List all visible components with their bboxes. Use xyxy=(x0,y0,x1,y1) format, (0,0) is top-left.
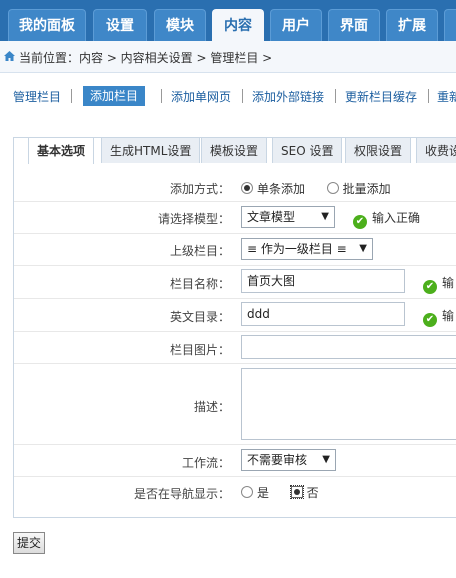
tab-html-settings[interactable]: 生成HTML设置 xyxy=(101,137,201,163)
link-add-external-link[interactable]: 添加外部链接 xyxy=(252,88,324,105)
radio-nav-no-label: 否 xyxy=(306,486,319,500)
english-dir-label: 英文目录： xyxy=(169,310,230,324)
row-model: 请选择模型： 文章模型 ▼ ✔ 输入正确 xyxy=(14,201,456,234)
column-name-input[interactable]: 首页大图 xyxy=(241,269,405,293)
nav-display-label: 是否在导航显示： xyxy=(133,487,230,501)
tab-settings[interactable]: 设置 xyxy=(93,9,147,41)
model-label: 请选择模型： xyxy=(157,212,230,226)
breadcrumb: 当前位置：内容 > 内容相关设置 > 管理栏目 > xyxy=(19,51,273,65)
divider xyxy=(335,89,336,103)
submit-button[interactable]: 提交 xyxy=(13,532,46,554)
radio-nav-no[interactable] xyxy=(289,485,304,499)
home-icon xyxy=(4,51,15,61)
chevron-down-icon: ▼ xyxy=(359,243,367,254)
model-select-value: 文章模型 xyxy=(247,210,296,224)
divider xyxy=(161,89,162,103)
check-icon: ✔ xyxy=(423,280,437,294)
row-column-name: 栏目名称： 首页大图 ✔ 输 xyxy=(14,265,456,299)
row-english-dir: 英文目录： ddd ✔ 输 xyxy=(14,298,456,332)
radio-nav-yes[interactable] xyxy=(241,486,253,498)
row-workflow: 工作流： 不需要审核 ▼ xyxy=(14,444,456,477)
radio-nav-yes-label: 是 xyxy=(257,486,270,500)
add-method-options: 单条添加 批量添加 xyxy=(241,180,391,197)
description-textarea[interactable] xyxy=(241,368,456,440)
row-add-method: 添加方式： 单条添加 批量添加 xyxy=(14,171,456,202)
chevron-down-icon: ▼ xyxy=(322,454,330,465)
tab-fee-settings[interactable]: 收费设 xyxy=(416,137,456,163)
chevron-down-icon: ▼ xyxy=(321,211,329,222)
tab-basic-options[interactable]: 基本选项 xyxy=(28,137,95,164)
tab-more[interactable] xyxy=(444,9,456,41)
breadcrumb-bar: 当前位置：内容 > 内容相关设置 > 管理栏目 > xyxy=(0,41,456,73)
sub-nav: 管理栏目 添加栏目 添加单网页 添加外部链接 更新栏目缓存 重新 xyxy=(0,72,456,119)
parent-select-value: ≡ 作为一级栏目 ≡ xyxy=(247,242,347,256)
name-ok-message: ✔ 输 xyxy=(423,274,454,294)
nav-display-options: 是 否 xyxy=(241,484,319,501)
parent-label: 上级栏目： xyxy=(169,244,230,258)
tab-template-settings[interactable]: 模板设置 xyxy=(201,137,268,163)
row-description: 描述： xyxy=(14,363,456,445)
model-ok-message: ✔ 输入正确 xyxy=(353,209,420,229)
radio-single-label: 单条添加 xyxy=(257,182,306,196)
model-ok-text: 输入正确 xyxy=(372,211,421,225)
dir-ok-message: ✔ 输 xyxy=(423,307,454,327)
name-ok-text: 输 xyxy=(442,276,455,290)
workflow-select[interactable]: 不需要审核 ▼ xyxy=(241,449,336,471)
tab-content[interactable]: 内容 xyxy=(212,9,264,41)
description-label: 描述： xyxy=(193,400,230,414)
tab-permission-settings[interactable]: 权限设置 xyxy=(345,137,412,163)
model-select[interactable]: 文章模型 ▼ xyxy=(241,206,335,228)
add-method-label: 添加方式： xyxy=(169,182,230,196)
column-name-label: 栏目名称： xyxy=(169,277,230,291)
workflow-label: 工作流： xyxy=(181,456,230,470)
english-dir-input[interactable]: ddd xyxy=(241,302,405,326)
row-parent: 上级栏目： ≡ 作为一级栏目 ≡ ▼ xyxy=(14,233,456,266)
tab-my-panel[interactable]: 我的面板 xyxy=(8,9,86,41)
top-nav: 我的面板 设置 模块 内容 用户 界面 扩展 xyxy=(0,0,456,41)
row-nav-display: 是否在导航显示： 是 否 xyxy=(14,476,456,506)
tab-seo-settings[interactable]: SEO 设置 xyxy=(272,137,343,163)
dir-ok-text: 输 xyxy=(442,309,455,323)
tab-modules[interactable]: 模块 xyxy=(154,9,206,41)
radio-single[interactable] xyxy=(241,182,253,194)
radio-batch-label: 批量添加 xyxy=(342,182,391,196)
check-icon: ✔ xyxy=(423,313,437,327)
column-image-label: 栏目图片： xyxy=(169,343,230,357)
row-column-image: 栏目图片： xyxy=(14,331,456,364)
tab-users[interactable]: 用户 xyxy=(270,9,322,41)
tab-extensions[interactable]: 扩展 xyxy=(386,9,438,41)
divider xyxy=(242,89,243,103)
radio-batch[interactable] xyxy=(326,182,339,194)
link-add-single-page[interactable]: 添加单网页 xyxy=(171,88,231,105)
divider xyxy=(71,89,72,103)
parent-select[interactable]: ≡ 作为一级栏目 ≡ ▼ xyxy=(241,238,373,260)
link-manage-columns[interactable]: 管理栏目 xyxy=(13,88,61,105)
link-update-cache[interactable]: 更新栏目缓存 xyxy=(345,88,417,105)
tab-interface[interactable]: 界面 xyxy=(328,9,380,41)
divider xyxy=(428,89,429,103)
check-icon: ✔ xyxy=(353,215,367,229)
link-rebuild[interactable]: 重新 xyxy=(437,88,456,105)
link-add-column[interactable]: 添加栏目 xyxy=(83,86,146,106)
column-image-input[interactable] xyxy=(241,335,456,359)
workflow-select-value: 不需要审核 xyxy=(247,453,308,467)
